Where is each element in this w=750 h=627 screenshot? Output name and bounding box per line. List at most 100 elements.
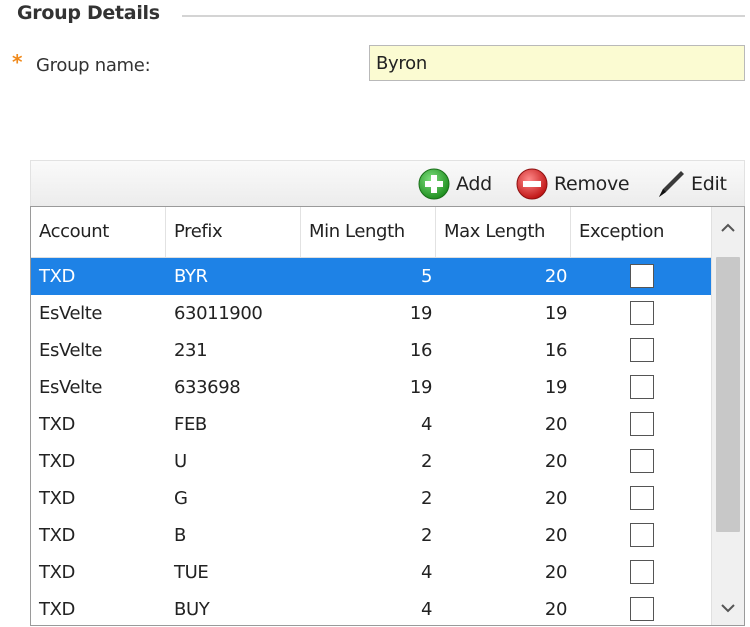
cell-max-length: 20 <box>544 599 568 620</box>
cell-max-length: 19 <box>544 303 568 324</box>
cell-account: EsVelte <box>39 340 103 361</box>
exception-checkbox[interactable] <box>630 523 654 547</box>
cell-exception <box>571 554 712 591</box>
cell-exception <box>571 443 712 480</box>
scroll-down-button[interactable] <box>712 591 744 625</box>
remove-button[interactable]: Remove <box>515 167 630 201</box>
cell-prefix: 63011900 <box>174 303 263 324</box>
table-row[interactable]: TXD G 2 20 <box>31 480 712 517</box>
cell-exception <box>571 480 712 517</box>
cell-account: TXD <box>39 414 75 435</box>
cell-max-length: 20 <box>544 266 568 287</box>
table-row[interactable]: TXD TUE 4 20 <box>31 554 712 591</box>
cell-min-length: 19 <box>409 303 433 324</box>
cell-min-length: 4 <box>420 562 432 583</box>
remove-label: Remove <box>554 173 630 195</box>
cell-exception <box>571 332 712 369</box>
chevron-up-icon <box>721 223 735 232</box>
exception-checkbox[interactable] <box>630 264 654 288</box>
cell-exception <box>571 369 712 406</box>
cell-prefix: B <box>174 525 186 546</box>
cell-prefix: TUE <box>174 562 209 583</box>
section-title: Group Details <box>17 2 160 24</box>
add-button[interactable]: Add <box>417 167 492 201</box>
grid-header: Account Prefix Min Length Max Length Exc… <box>31 207 712 258</box>
cell-prefix: 231 <box>174 340 208 361</box>
exception-checkbox[interactable] <box>630 597 654 621</box>
exception-checkbox[interactable] <box>630 560 654 584</box>
cell-max-length: 16 <box>544 340 568 361</box>
table-row[interactable]: EsVelte 633698 19 19 <box>31 369 712 406</box>
add-label: Add <box>456 173 492 195</box>
table-row[interactable]: TXD BYR 5 20 <box>31 258 712 295</box>
pen-icon <box>653 167 687 201</box>
vertical-scrollbar[interactable] <box>711 207 744 625</box>
cell-max-length: 20 <box>544 562 568 583</box>
group-details-header: Group Details <box>17 0 745 28</box>
column-header-exception[interactable]: Exception <box>571 207 712 257</box>
cell-exception <box>571 295 712 332</box>
column-header-account[interactable]: Account <box>31 207 166 257</box>
section-divider <box>182 15 745 17</box>
exception-checkbox[interactable] <box>630 449 654 473</box>
table-row[interactable]: TXD U 2 20 <box>31 443 712 480</box>
cell-min-length: 4 <box>420 599 432 620</box>
cell-account: TXD <box>39 562 75 583</box>
cell-account: TXD <box>39 488 75 509</box>
cell-max-length: 20 <box>544 488 568 509</box>
scroll-thumb[interactable] <box>716 257 740 532</box>
cell-exception <box>571 517 712 554</box>
cell-account: TXD <box>39 599 75 620</box>
exception-checkbox[interactable] <box>630 412 654 436</box>
exception-checkbox[interactable] <box>630 486 654 510</box>
exception-checkbox[interactable] <box>630 301 654 325</box>
cell-account: EsVelte <box>39 303 103 324</box>
cell-account: EsVelte <box>39 377 103 398</box>
cell-prefix: U <box>174 451 187 472</box>
group-name-input[interactable] <box>369 45 745 81</box>
cell-max-length: 19 <box>544 377 568 398</box>
cell-min-length: 4 <box>420 414 432 435</box>
column-header-min-length[interactable]: Min Length <box>301 207 436 257</box>
scroll-up-button[interactable] <box>712 211 744 245</box>
cell-prefix: G <box>174 488 188 509</box>
cell-exception <box>571 591 712 625</box>
table-row[interactable]: TXD B 2 20 <box>31 517 712 554</box>
cell-exception <box>571 258 712 295</box>
exception-checkbox[interactable] <box>630 375 654 399</box>
table-row[interactable]: TXD BUY 4 20 <box>31 591 712 625</box>
grid-rows: TXD BYR 5 20 EsVelte 63011900 19 19 EsVe… <box>31 258 712 625</box>
cell-account: TXD <box>39 525 75 546</box>
required-marker: * <box>12 50 23 74</box>
cell-max-length: 20 <box>544 414 568 435</box>
cell-prefix: 633698 <box>174 377 241 398</box>
cell-max-length: 20 <box>544 525 568 546</box>
column-header-max-length[interactable]: Max Length <box>436 207 571 257</box>
cell-prefix: FEB <box>174 414 207 435</box>
table-row[interactable]: EsVelte 63011900 19 19 <box>31 295 712 332</box>
group-name-label: Group name: <box>36 55 151 76</box>
minus-circle-icon <box>515 167 549 201</box>
cell-min-length: 2 <box>420 525 432 546</box>
table-row[interactable]: TXD FEB 4 20 <box>31 406 712 443</box>
cell-account: TXD <box>39 266 75 287</box>
cell-max-length: 20 <box>544 451 568 472</box>
cell-min-length: 2 <box>420 488 432 509</box>
cell-exception <box>571 406 712 443</box>
cell-account: TXD <box>39 451 75 472</box>
prefix-grid: Account Prefix Min Length Max Length Exc… <box>30 206 745 626</box>
cell-min-length: 5 <box>420 266 432 287</box>
cell-min-length: 19 <box>409 377 433 398</box>
edit-button[interactable]: Edit <box>653 167 727 201</box>
cell-prefix: BYR <box>174 266 208 287</box>
plus-circle-icon <box>417 167 451 201</box>
table-row[interactable]: EsVelte 231 16 16 <box>31 332 712 369</box>
cell-min-length: 2 <box>420 451 432 472</box>
exception-checkbox[interactable] <box>630 338 654 362</box>
cell-prefix: BUY <box>174 599 210 620</box>
grid-toolbar: Add Remove Edit <box>30 160 745 206</box>
chevron-down-icon <box>721 604 735 613</box>
column-header-prefix[interactable]: Prefix <box>166 207 301 257</box>
cell-min-length: 16 <box>409 340 433 361</box>
edit-label: Edit <box>691 173 727 195</box>
